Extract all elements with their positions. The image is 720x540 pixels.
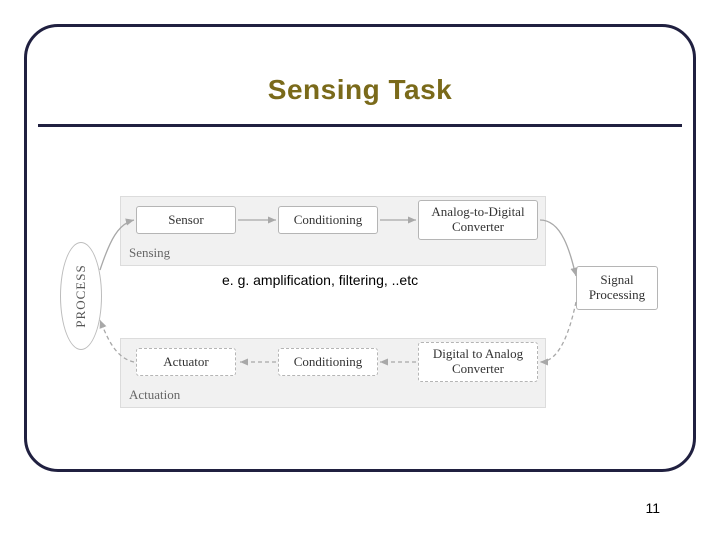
process-ellipse: PROCESS (60, 242, 102, 350)
sensor-block: Sensor (136, 206, 236, 234)
conditioning-actuation-block: Conditioning (278, 348, 378, 376)
slide: Sensing Task Sensing Actuation PROCESS S… (0, 0, 720, 540)
slide-title: Sensing Task (0, 74, 720, 106)
sensing-group-label: Sensing (129, 245, 170, 261)
actuator-block: Actuator (136, 348, 236, 376)
annotation-text: e. g. amplification, filtering, ..etc (222, 272, 418, 288)
dac-block: Digital to Analog Converter (418, 342, 538, 382)
page-number: 11 (645, 500, 660, 516)
conditioning-sensing-block: Conditioning (278, 206, 378, 234)
diagram: Sensing Actuation PROCESS Sensor Conditi… (60, 190, 660, 420)
signal-processing-block: Signal Processing (576, 266, 658, 310)
process-label: PROCESS (73, 264, 89, 327)
adc-block: Analog-to-Digital Converter (418, 200, 538, 240)
title-underline (38, 124, 682, 127)
actuation-group-label: Actuation (129, 387, 180, 403)
